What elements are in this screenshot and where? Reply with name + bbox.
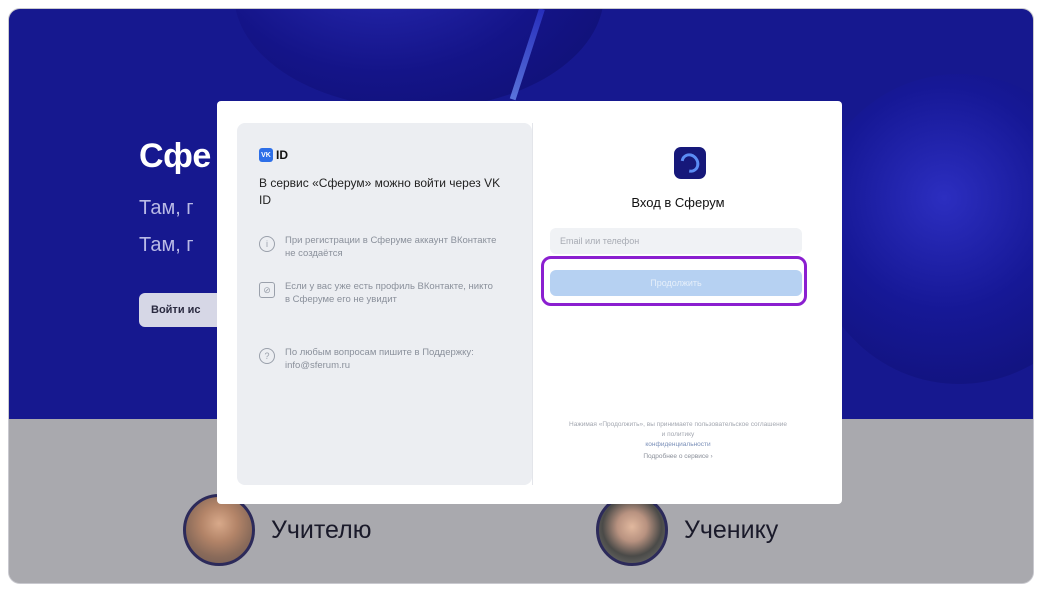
login-dialog: VK ID В сервис «Сферум» можно войти чере…	[217, 101, 842, 504]
role-student[interactable]: Ученику	[596, 494, 778, 566]
email-phone-input[interactable]	[550, 228, 802, 254]
role-teacher[interactable]: Учителю	[183, 494, 371, 566]
vkid-heading: В сервис «Сферум» можно войти через VK I…	[259, 176, 501, 207]
sferum-app-icon	[674, 147, 706, 179]
info-item: ⊘ Если у вас уже есть профиль ВКонтакте,…	[259, 280, 499, 306]
info-item-text: При регистрации в Сферуме аккаунт ВКонта…	[285, 235, 497, 259]
eye-off-icon: ⊘	[259, 282, 275, 298]
student-avatar	[596, 494, 668, 566]
legal-text: Нажимая «Продолжить», вы принимаете поль…	[569, 421, 787, 438]
teacher-avatar	[183, 494, 255, 566]
legal-notice: Нажимая «Продолжить», вы принимаете поль…	[568, 420, 788, 462]
hero-subtitle-line-1: Там, г	[139, 197, 194, 219]
vkid-info-panel: VK ID В сервис «Сферум» можно войти чере…	[237, 123, 532, 485]
vk-logo-icon: VK	[259, 148, 273, 162]
decorative-sphere	[809, 74, 1033, 384]
continue-button[interactable]: Продолжить	[550, 270, 802, 296]
decorative-orb	[234, 9, 604, 109]
hero-title: Сфе	[139, 137, 212, 175]
help-circle-icon: ?	[259, 348, 275, 364]
info-item-text: Если у вас уже есть профиль ВКонтакте, н…	[285, 281, 493, 305]
role-student-label: Ученику	[684, 515, 779, 544]
role-teacher-label: Учителю	[271, 515, 372, 544]
more-about-service-link[interactable]: Подробнее о сервисе ›	[568, 452, 788, 462]
login-title: Вход в Сферум	[631, 195, 725, 210]
vk-id-logo: VK ID	[259, 148, 288, 162]
privacy-policy-link[interactable]: конфиденциальности	[568, 440, 788, 450]
info-item: ? По любым вопросам пишите в Поддержку: …	[259, 346, 499, 372]
info-item: i При регистрации в Сферуме аккаунт ВКон…	[259, 234, 499, 260]
vk-id-text: ID	[276, 148, 288, 162]
info-circle-icon: i	[259, 236, 275, 252]
hero-subtitle-line-2: Там, г	[139, 234, 194, 256]
login-form-panel: Вход в Сферум Продолжить Нажимая «Продол…	[532, 123, 823, 485]
info-item-text: По любым вопросам пишите в Поддержку: in…	[285, 347, 474, 371]
